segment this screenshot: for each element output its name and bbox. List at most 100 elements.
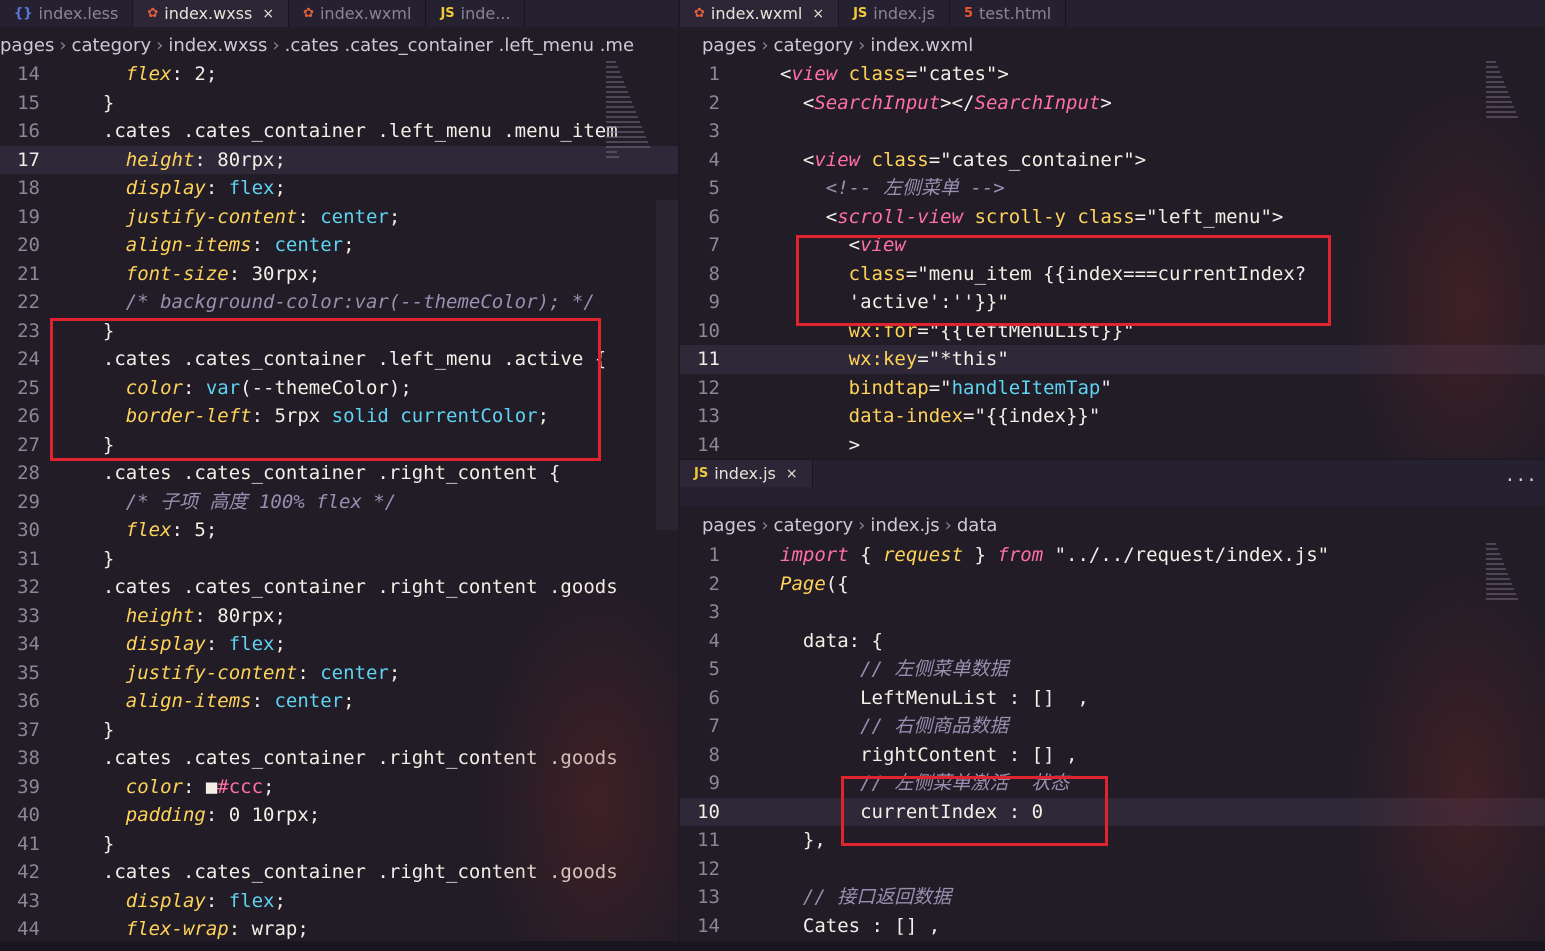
left-scrollbar[interactable]	[656, 200, 678, 530]
code-line[interactable]: 9 // 左侧菜单激活 状态	[680, 769, 1545, 798]
code-line[interactable]: 12	[680, 855, 1545, 884]
code-line[interactable]: 38 .cates .cates_container .right_conten…	[0, 744, 678, 773]
html-file-icon: 5	[963, 6, 973, 21]
code-line[interactable]: 17 height: 80rpx;	[0, 145, 678, 174]
code-line[interactable]: 2 Page({	[680, 570, 1545, 599]
topright-minimap[interactable]	[1486, 58, 1536, 458]
code-line[interactable]: 36 align-items: center;	[0, 687, 678, 716]
line-number: 9	[708, 291, 720, 313]
code-line[interactable]: 14 flex: 2;	[0, 60, 678, 89]
breadcrumb-item[interactable]: pages	[702, 35, 756, 56]
code-line[interactable]: 7 // 右侧商品数据	[680, 712, 1545, 741]
code-line[interactable]: 6 LeftMenuList : [] ,	[680, 684, 1545, 713]
code-line[interactable]: 34 display: flex;	[0, 630, 678, 659]
tab-1[interactable]: JS index.js	[839, 0, 950, 27]
more-actions-icon[interactable]: ···	[1504, 470, 1537, 491]
code-line[interactable]: 19 justify-content: center;	[0, 203, 678, 232]
code-token: }	[963, 544, 998, 566]
bottomright-minimap[interactable]	[1486, 540, 1536, 941]
code-line[interactable]: 42 .cates .cates_container .right_conten…	[0, 858, 678, 887]
breadcrumb-item[interactable]: index.wxss	[168, 35, 267, 56]
code-line[interactable]: 1 <view class="cates">	[680, 60, 1545, 89]
code-token: ="{{index}}"	[963, 405, 1101, 427]
code-token: {	[848, 544, 883, 566]
code-line[interactable]: 11 wx:key="*this"	[680, 345, 1545, 374]
code-line[interactable]: 18 display: flex;	[0, 174, 678, 203]
tab-2[interactable]: ✿ index.wxml	[289, 0, 427, 27]
code-line[interactable]: 35 justify-content: center;	[0, 659, 678, 688]
code-line[interactable]: 12 bindtap="handleItemTap"	[680, 374, 1545, 403]
code-line[interactable]: 11 },	[680, 826, 1545, 855]
code-line[interactable]: 39 color: ■#ccc;	[0, 773, 678, 802]
code-line[interactable]: 30 flex: 5;	[0, 516, 678, 545]
code-line[interactable]: 33 height: 80rpx;	[0, 602, 678, 631]
tab-0[interactable]: {} index.less	[0, 0, 134, 27]
breadcrumb-item[interactable]: pages	[702, 515, 756, 536]
breadcrumb-item[interactable]: pages	[0, 35, 54, 56]
code-token: height	[80, 148, 195, 171]
code-line[interactable]: 44 flex-wrap: wrap;	[0, 915, 678, 944]
code-token: center	[274, 234, 344, 256]
breadcrumb-item[interactable]: data	[957, 515, 998, 536]
code-line[interactable]: 5 // 左侧菜单数据	[680, 655, 1545, 684]
breadcrumb-item[interactable]: category	[774, 515, 854, 536]
close-icon[interactable]: ×	[262, 6, 274, 22]
code-line[interactable]: 21 font-size: 30rpx;	[0, 260, 678, 289]
code-line[interactable]: 8 rightContent : [] ,	[680, 741, 1545, 770]
editor-top-right: ✿ index.wxml × JS index.js 5 test.html pages › c…	[680, 0, 1545, 458]
close-icon[interactable]: ×	[786, 466, 798, 482]
code-line[interactable]: 40 padding: 0 10rpx;	[0, 801, 678, 830]
tab-0[interactable]: ✿ index.wxml ×	[680, 0, 840, 27]
code-line[interactable]: 14 >	[680, 431, 1545, 459]
left-minimap[interactable]	[606, 58, 656, 951]
code-token: SearchInput	[814, 91, 941, 114]
editor-left: {} index.less ✿ index.wxss × ✿ index.wxml JS ind…	[0, 0, 678, 951]
code-line[interactable]: 6 <scroll-view scroll-y class="left_menu…	[680, 203, 1545, 232]
tab-3[interactable]: JS inde...	[426, 0, 526, 27]
js-file-icon: JS	[440, 6, 455, 21]
code-line[interactable]: 14 Cates : [] ,	[680, 912, 1545, 941]
code-line[interactable]: 15 }	[0, 89, 678, 118]
tab-1[interactable]: ✿ index.wxss ×	[133, 0, 290, 27]
code-line[interactable]: 22 /* background-color:var(--themeColor)…	[0, 288, 678, 317]
code-token: ;	[274, 177, 286, 199]
code-text: data-index="{{index}}"	[780, 402, 1101, 431]
close-icon[interactable]: ×	[812, 6, 824, 22]
code-line[interactable]: 2 <SearchInput></SearchInput>	[680, 89, 1545, 118]
breadcrumb-item[interactable]: category	[72, 35, 152, 56]
line-number: 8	[708, 743, 720, 766]
code-token: : 0 10rpx;	[205, 804, 321, 826]
breadcrumb-item[interactable]: category	[774, 35, 854, 56]
code-line[interactable]: 41 }	[0, 830, 678, 859]
code-line[interactable]: 16 .cates .cates_container .left_menu .m…	[0, 117, 678, 146]
code-text: }	[80, 830, 114, 859]
tab-label: index.js	[714, 464, 776, 483]
code-line[interactable]: 1 import { request } from "../../request/…	[680, 541, 1545, 570]
line-number: 3	[708, 120, 720, 142]
code-line[interactable]: 3	[680, 117, 1545, 146]
breadcrumb-item[interactable]: index.js	[870, 515, 939, 536]
tab-2[interactable]: 5 test.html	[950, 0, 1067, 27]
code-line[interactable]: 4 data: {	[680, 627, 1545, 656]
line-number: 6	[708, 686, 720, 709]
code-line[interactable]: 28 .cates .cates_container .right_conten…	[0, 459, 678, 488]
code-line[interactable]: 37 }	[0, 716, 678, 745]
code-line[interactable]: 43 display: flex;	[0, 887, 678, 916]
code-line[interactable]: 29 /* 子项 高度 100% flex */	[0, 488, 678, 517]
code-token: color	[80, 775, 183, 798]
code-line[interactable]: 13 data-index="{{index}}"	[680, 402, 1545, 431]
code-text: Page({	[780, 570, 849, 599]
code-line[interactable]: 4 <view class="cates_container">	[680, 146, 1545, 175]
breadcrumb-item[interactable]: .cates .cates_container .left_menu .me	[285, 35, 634, 56]
code-line[interactable]: 31 }	[0, 545, 678, 574]
breadcrumb-item[interactable]: index.wxml	[870, 35, 973, 56]
code-line[interactable]: 5 <!-- 左侧菜单 -->	[680, 174, 1545, 203]
code-line[interactable]: 32 .cates .cates_container .right_conten…	[0, 573, 678, 602]
code-line[interactable]: 10 currentIndex : 0	[680, 797, 1545, 826]
code-line[interactable]: 20 align-items: center;	[0, 231, 678, 260]
code-line[interactable]: 3	[680, 598, 1545, 627]
code-line[interactable]: 13 // 接口返回数据	[680, 883, 1545, 912]
code-token: ="*this"	[917, 348, 1009, 370]
code-token: bindtap	[780, 376, 929, 399]
tab-0[interactable]: JS index.js ×	[680, 460, 813, 487]
